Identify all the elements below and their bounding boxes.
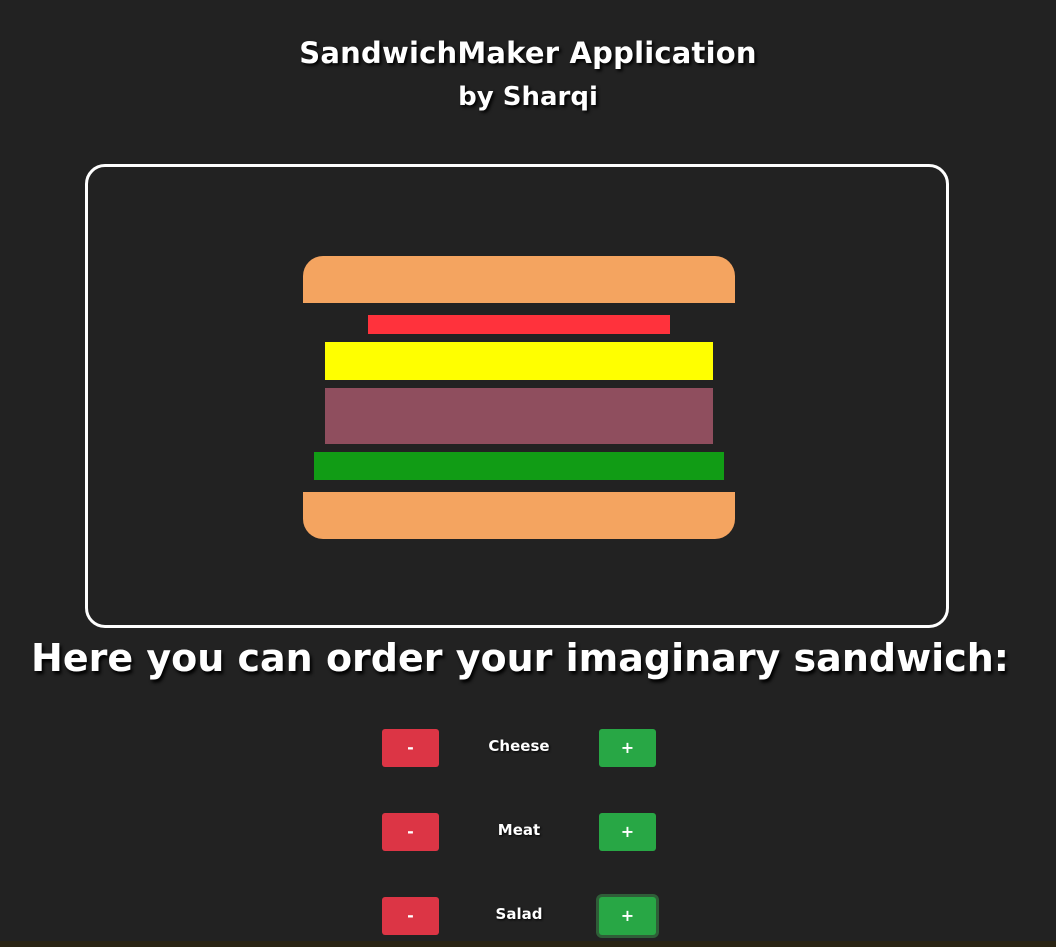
bread-bottom-layer [303,492,735,539]
control-row-salad: - Salad + [0,897,1056,937]
salad-layer [314,452,724,480]
meat-label: Meat [497,821,541,839]
cheese-more-button[interactable]: + [599,729,656,767]
cheese-label: Cheese [488,737,550,755]
cheese-layer [325,342,713,380]
app-title: SandwichMaker Application [299,36,757,70]
bread-top-layer [303,256,735,303]
order-heading: Here you can order your imaginary sandwi… [31,636,1009,680]
app-author: by Sharqi [458,82,598,112]
meat-more-button[interactable]: + [599,813,656,851]
salad-label: Salad [495,905,543,923]
bacon-layer [368,315,670,334]
salad-more-button[interactable]: + [599,897,656,935]
meat-less-button[interactable]: - [382,813,439,851]
cheese-less-button[interactable]: - [382,729,439,767]
meat-layer [325,388,713,444]
bottom-edge-strip [0,941,1056,947]
salad-less-button[interactable]: - [382,897,439,935]
sandwich-maker-page: SandwichMaker Application by Sharqi Here… [0,0,1056,947]
control-row-meat: - Meat + [0,813,1056,853]
control-row-cheese: - Cheese + [0,729,1056,769]
